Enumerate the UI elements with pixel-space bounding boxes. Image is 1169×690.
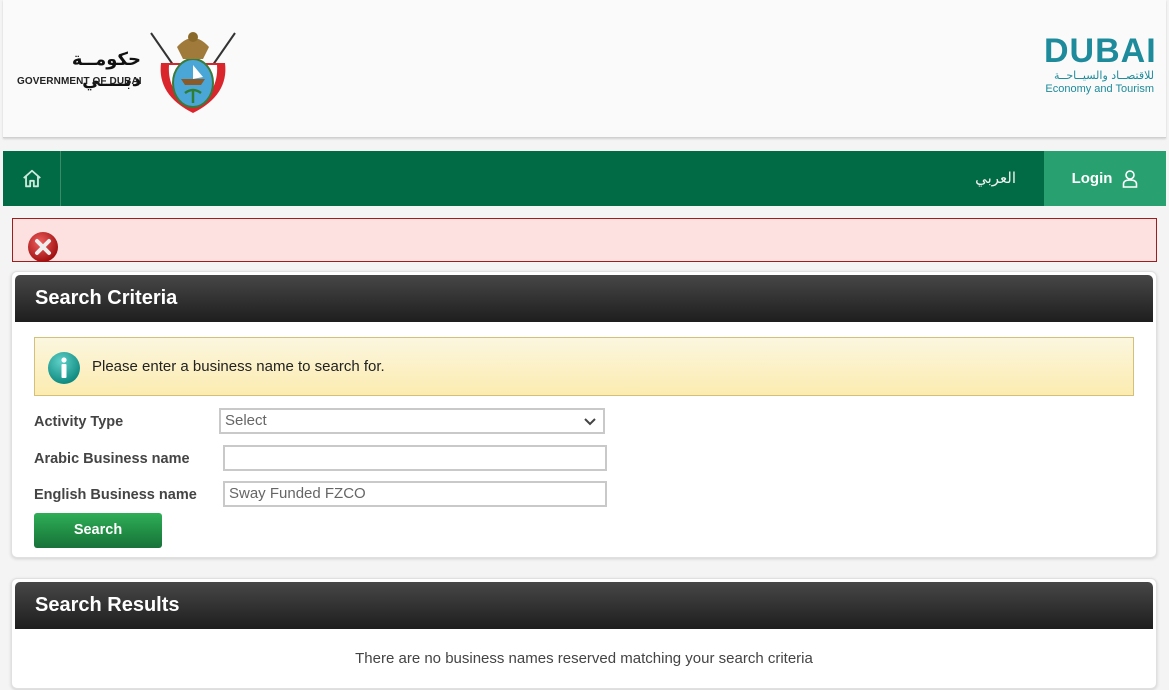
info-message-text: Please enter a business name to search f… [92, 358, 385, 375]
search-results-title: Search Results [15, 582, 1153, 629]
english-business-name-input[interactable]: Sway Funded FZCO [223, 481, 607, 507]
search-criteria-title: Search Criteria [15, 275, 1153, 322]
activity-type-label: Activity Type [34, 414, 124, 430]
info-message-box: Please enter a business name to search f… [34, 337, 1134, 396]
search-criteria-panel: Search Criteria Please enter a business … [11, 271, 1157, 558]
det-wordmark: DUBAI [1044, 32, 1157, 70]
arabic-language-link[interactable]: العربي [975, 151, 1016, 206]
no-results-message: There are no business names reserved mat… [355, 650, 813, 667]
det-english: Economy and Tourism [1045, 83, 1154, 95]
arabic-business-name-label: Arabic Business name [34, 451, 190, 467]
main-nav: العربي Login [3, 151, 1166, 206]
login-label: Login [1071, 170, 1113, 187]
dubai-economy-tourism-logo[interactable]: DUBAI للاقتصــاد والسيــاحــة Economy an… [1044, 32, 1157, 104]
error-message-bar [12, 218, 1157, 262]
det-arabic: للاقتصــاد والسيــاحــة [1053, 69, 1154, 82]
search-results-panel: Search Results There are no business nam… [11, 578, 1157, 689]
government-of-dubai-logo[interactable]: حكومــة دبــــي GOVERNMENT OF DUBAI [15, 25, 245, 117]
english-business-name-label: English Business name [34, 487, 197, 503]
error-x-icon [28, 232, 58, 262]
info-icon [48, 352, 80, 384]
home-icon [22, 169, 41, 187]
user-icon [1123, 169, 1138, 188]
home-button[interactable] [3, 151, 61, 206]
site-header: حكومــة دبــــي GOVERNMENT OF DUBAI DUBA… [3, 0, 1166, 138]
chevron-down-icon [584, 418, 596, 426]
arabic-business-name-input[interactable] [223, 445, 607, 471]
gov-logo-english: GOVERNMENT OF DUBAI [17, 76, 142, 87]
activity-type-select[interactable]: Select [219, 408, 605, 434]
login-button[interactable]: Login [1044, 151, 1166, 206]
search-button[interactable]: Search [34, 513, 162, 548]
dubai-emblem-icon [150, 32, 236, 113]
activity-type-selected: Select [225, 412, 267, 429]
